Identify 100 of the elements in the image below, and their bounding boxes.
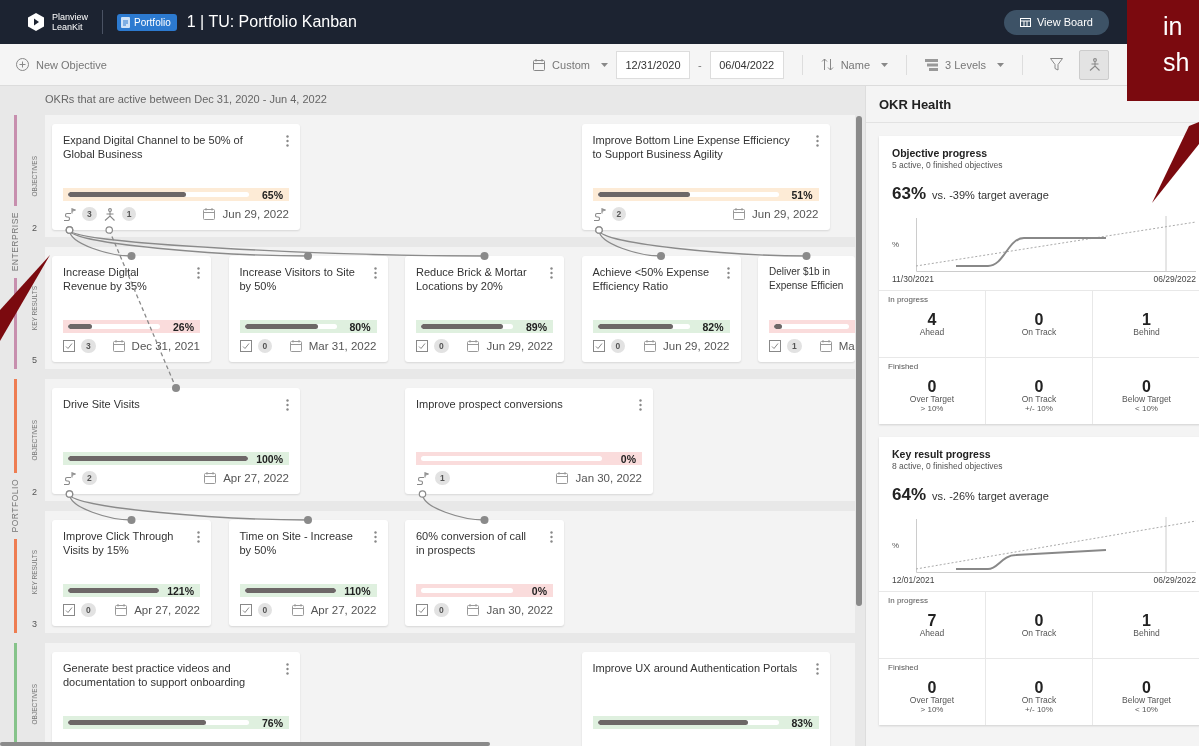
axis-label: % xyxy=(892,239,901,249)
end-date-field[interactable]: 06/04/2022 xyxy=(709,50,784,79)
count-badge: 1 xyxy=(787,339,802,353)
card-title: Improve prospect conversions xyxy=(416,397,563,411)
kebab-menu-icon[interactable] xyxy=(550,531,553,543)
kebab-menu-icon[interactable] xyxy=(726,267,730,279)
stat-value: 0 xyxy=(1034,679,1044,696)
due-date: Jun 29, 2022 xyxy=(752,208,819,220)
stat-value: 0 xyxy=(927,378,937,395)
key-result-card[interactable]: Improve Click Through Visits by 15% 121% 0 Apr 27, 2022 xyxy=(52,520,211,626)
kebab-menu-icon[interactable] xyxy=(550,267,553,279)
view-board-button[interactable]: View Board xyxy=(1003,9,1109,35)
progress-percent: 121% xyxy=(167,584,194,597)
checkbox-icon xyxy=(769,340,781,352)
start-date-field[interactable]: 12/31/2020 xyxy=(616,50,690,79)
checkbox-icon xyxy=(63,604,75,616)
kebab-menu-icon[interactable] xyxy=(373,267,377,279)
chart-end-date: 06/29/2022 xyxy=(1153,274,1196,284)
due-date: Jan 30, 2022 xyxy=(486,604,553,616)
stat-value: 1 xyxy=(1142,612,1151,629)
kebab-menu-icon[interactable] xyxy=(815,663,819,675)
levels-dropdown[interactable]: 3 Levels xyxy=(925,58,1004,71)
callout-text: sh xyxy=(1163,47,1191,78)
count-badge: 0 xyxy=(434,603,449,617)
stat-note: > 10% xyxy=(920,404,944,413)
plus-circle-icon xyxy=(16,58,29,71)
due-date: Apr 27, 2022 xyxy=(310,604,377,616)
due-date: Dec 31, 2021 xyxy=(131,340,200,352)
section-label: In progress xyxy=(888,596,929,605)
objective-card[interactable]: Improve Bottom Line Expense Efficiency to Support Business Agility 51% 2 Jun 29, 2022 xyxy=(581,124,830,230)
kebab-menu-icon[interactable] xyxy=(197,531,200,543)
progress-percent: 100% xyxy=(256,452,283,465)
stat-label: On Track xyxy=(1021,395,1057,404)
key-result-card[interactable]: Increase Digital Revenue by 35% 26% 3 Dec 31, 2021 xyxy=(52,256,211,362)
due-date: Apr 27, 2022 xyxy=(134,604,200,616)
figure-icon xyxy=(1087,58,1101,71)
card-title: Deliver $1b in Expense Efficien xyxy=(769,265,845,293)
kebab-menu-icon[interactable] xyxy=(286,663,289,675)
stat-note: < 10% xyxy=(1135,404,1158,413)
checkbox-icon xyxy=(416,604,428,616)
calendar-icon xyxy=(115,604,128,616)
document-icon xyxy=(121,16,131,28)
checkbox-icon xyxy=(63,340,75,352)
card-title: Improve UX around Authentication Portals xyxy=(592,661,798,675)
objective-card[interactable]: Improve UX around Authentication Portals 83% xyxy=(581,652,830,746)
count-badge: 2 xyxy=(611,207,627,221)
kebab-menu-icon[interactable] xyxy=(286,135,289,147)
stat-note: +/- 10% xyxy=(1025,705,1053,714)
calendar-icon xyxy=(204,472,217,484)
kebab-menu-icon[interactable] xyxy=(197,267,200,279)
progress-percent: 110% xyxy=(344,584,371,597)
callout-text: in xyxy=(1163,11,1184,42)
progress-percent: 89% xyxy=(525,320,547,333)
kebab-menu-icon[interactable] xyxy=(373,531,377,543)
key-result-card[interactable]: Increase Visitors to Site by 50% 80% 0 Mar 31, 2022 xyxy=(228,256,388,362)
objective-card[interactable]: Drive Site Visits 100% 2 Apr 27, 2022 xyxy=(52,388,300,494)
caret-icon xyxy=(881,62,888,67)
key-result-card[interactable]: Reduce Brick & Mortar Locations by 20% 89% 0 Jun 29, 2022 xyxy=(405,256,564,362)
objective-card[interactable]: Expand Digital Channel to be 50% of Global Business 65% 3 1 Jun 29, 2022 xyxy=(52,124,300,230)
card-title: Improve Click Through Visits by 15% xyxy=(63,529,175,557)
key-result-card[interactable]: Time on Site - Increase by 50% 110% 0 Apr 27, 2022 xyxy=(228,520,388,626)
count-badge: 0 xyxy=(434,339,449,353)
new-objective-button[interactable]: New Objective xyxy=(16,58,107,71)
route-flag-icon xyxy=(592,207,606,221)
objective-card[interactable]: Improve prospect conversions 0% 1 Jan 30, 2022 xyxy=(405,388,653,494)
calendar-icon xyxy=(291,604,304,616)
due-date: Jun 29, 2022 xyxy=(486,340,553,352)
figure-icon xyxy=(102,207,116,221)
card-heading: Key result progress xyxy=(892,448,992,460)
due-date: Jun 29, 2022 xyxy=(663,340,730,352)
key-result-card[interactable]: Deliver $1b in Expense Efficien 1 Ma xyxy=(758,256,855,362)
logo-icon xyxy=(26,12,46,32)
due-date: Jun 29, 2022 xyxy=(222,208,289,220)
vertical-scrollbar[interactable] xyxy=(856,116,862,606)
kebab-menu-icon[interactable] xyxy=(286,399,289,411)
board-info-text: OKRs that are active between Dec 31, 2020 - Jun 4, 2022 xyxy=(44,92,328,105)
sort-dropdown[interactable]: Name xyxy=(820,58,888,71)
key-result-card[interactable]: Achieve <50% Expense Efficiency Ratio 82% 0 Jun 29, 2022 xyxy=(581,256,741,362)
key-result-card[interactable]: 60% conversion of call in prospects 0% 0 Jan 30, 2022 xyxy=(405,520,564,626)
checkbox-icon xyxy=(239,340,252,352)
horizontal-scrollbar[interactable] xyxy=(0,742,490,746)
kebab-menu-icon[interactable] xyxy=(639,399,642,411)
calendar-icon xyxy=(819,340,832,352)
chart-start-date: 12/01/2021 xyxy=(892,575,935,585)
chart-start-date: 11/30/2021 xyxy=(892,274,934,284)
stat-label: Behind xyxy=(1133,328,1160,337)
card-title: Drive Site Visits xyxy=(63,397,140,411)
progress-percent: 83% xyxy=(790,716,813,729)
stat-note: > 10% xyxy=(920,705,944,714)
figure-button[interactable] xyxy=(1079,49,1109,80)
calendar-icon xyxy=(556,472,569,484)
stat-value: 0 xyxy=(927,679,937,696)
stat-value: 1 xyxy=(1142,311,1151,328)
stat-note: < 10% xyxy=(1135,705,1158,714)
kebab-menu-icon[interactable] xyxy=(815,135,819,147)
filter-icon xyxy=(1049,58,1063,71)
date-preset-dropdown[interactable]: Custom xyxy=(533,58,608,71)
progress-percent: 0% xyxy=(619,452,636,465)
stat-label: Below Target xyxy=(1122,395,1171,404)
progress-percent: 26% xyxy=(172,320,194,333)
